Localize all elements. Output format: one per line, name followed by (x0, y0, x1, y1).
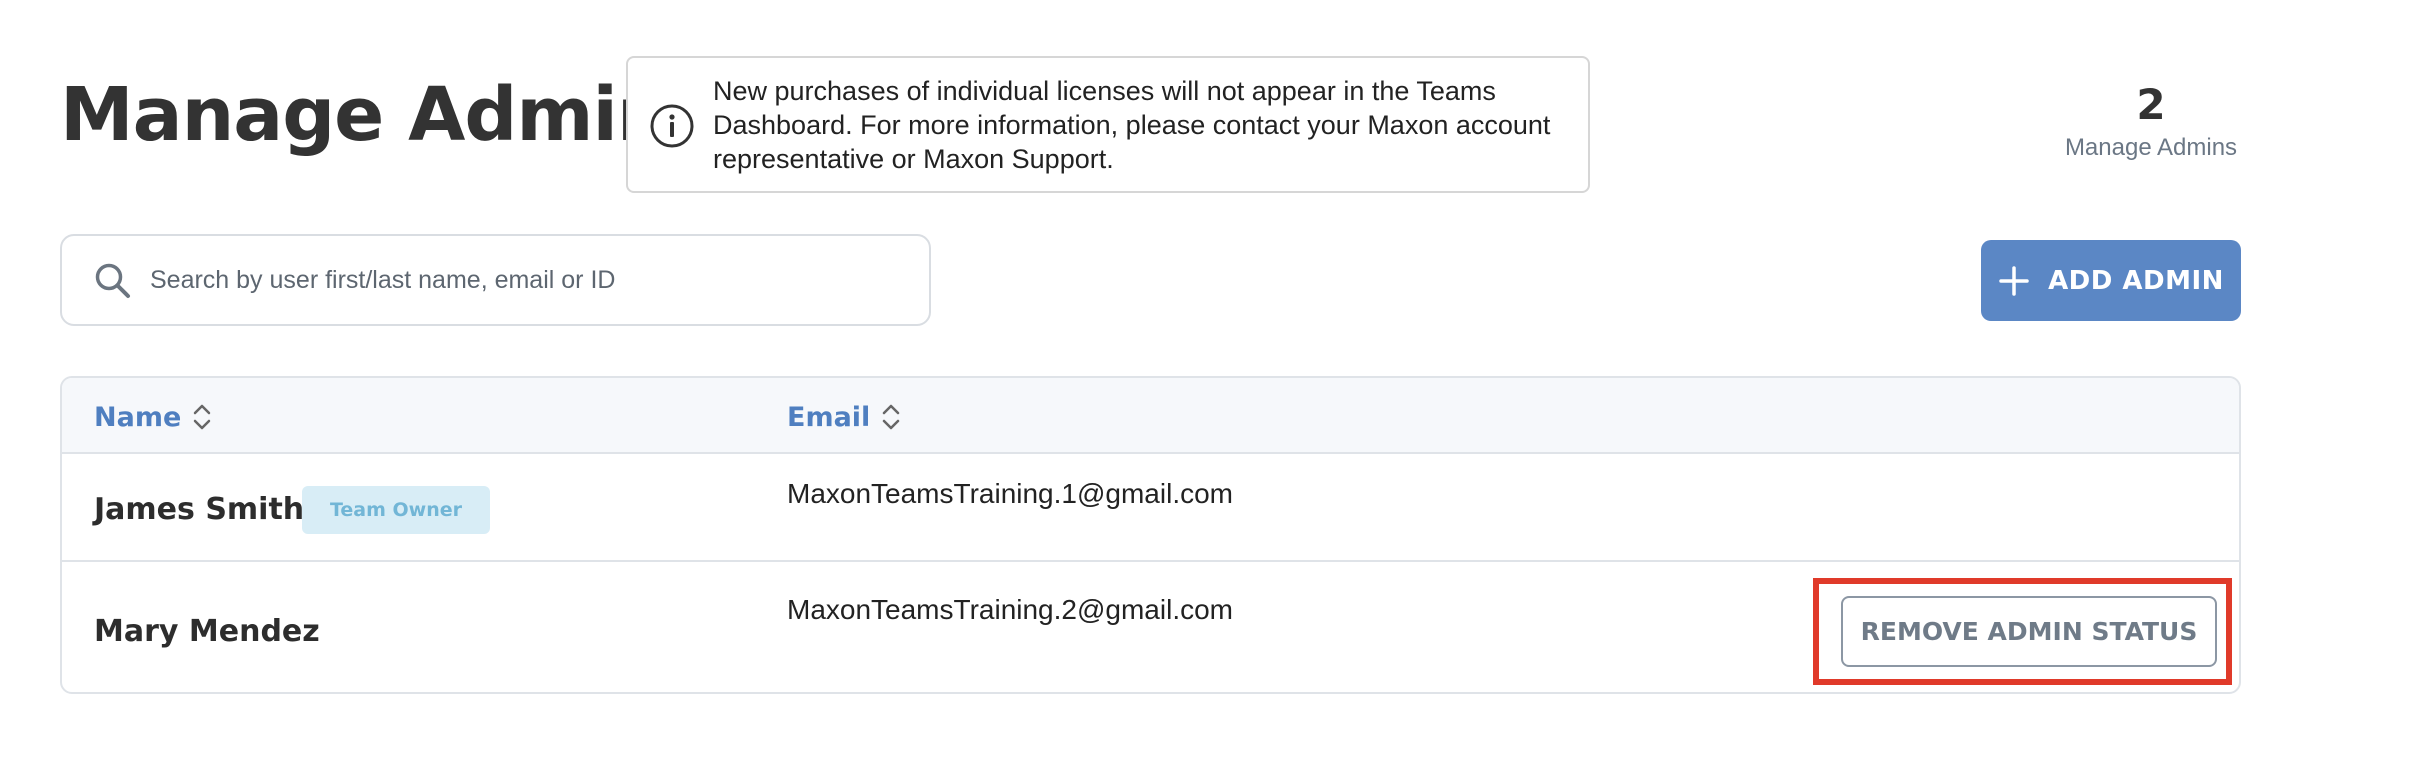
search-box[interactable] (60, 234, 931, 326)
add-admin-label: ADD ADMIN (2048, 265, 2224, 296)
add-admin-button[interactable]: ADD ADMIN (1981, 240, 2241, 321)
admin-email: MaxonTeamsTraining.2@gmail.com (787, 594, 1233, 625)
sort-icon (194, 404, 211, 430)
page-title: Manage Admins (60, 72, 713, 158)
search-icon (95, 263, 130, 298)
info-icon (650, 104, 694, 148)
plus-icon (1999, 265, 2029, 296)
admin-count-label: Manage Admins (2064, 134, 2238, 161)
admin-count-value: 2 (2136, 80, 2166, 129)
column-header-email-label: Email (787, 401, 871, 433)
admin-email: MaxonTeamsTraining.1@gmail.com (787, 478, 1233, 509)
admin-name: James Smith (94, 492, 305, 527)
admin-count-stat: 2 Manage Admins (2040, 80, 2262, 162)
notice-text: New purchases of individual licenses wil… (713, 76, 1551, 174)
column-header-email[interactable]: Email (787, 400, 902, 434)
table-header: Name Email (62, 378, 2239, 454)
team-owner-badge: Team Owner (302, 486, 490, 534)
column-header-name-label: Name (94, 401, 182, 433)
manage-admins-page: Manage Admins New purchases of individua… (0, 0, 2422, 780)
admin-name: Mary Mendez (94, 614, 320, 649)
sort-icon (883, 404, 900, 430)
table-row: James Smith Team Owner MaxonTeamsTrainin… (62, 456, 2239, 562)
column-header-name[interactable]: Name (94, 400, 213, 434)
license-notice: New purchases of individual licenses wil… (626, 56, 1590, 193)
remove-admin-status-button[interactable]: REMOVE ADMIN STATUS (1841, 596, 2217, 667)
search-input[interactable] (150, 256, 890, 304)
